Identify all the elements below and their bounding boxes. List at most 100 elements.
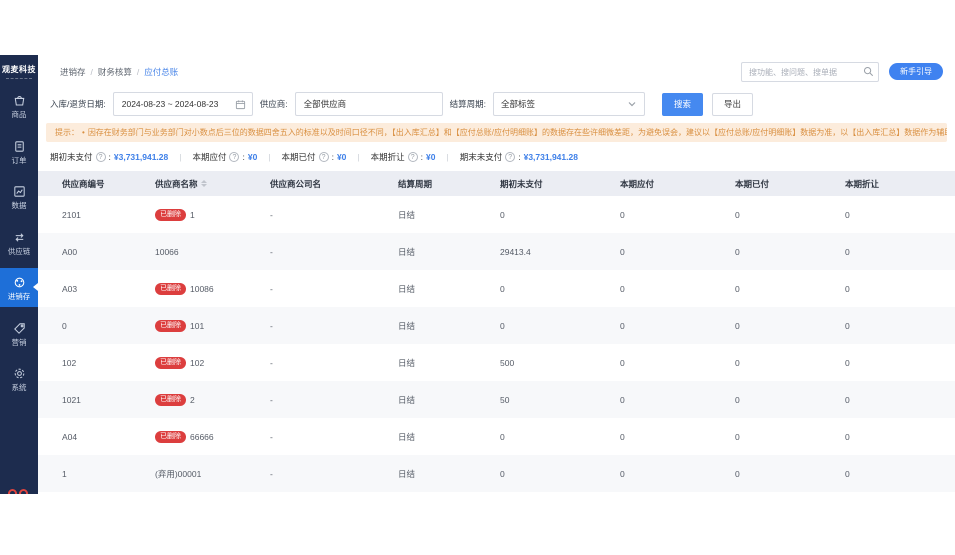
summary-value: ¥3,731,941.28 [524, 152, 578, 162]
cell-supplier-code: 0 [62, 321, 155, 331]
table-row[interactable]: 102 已删除 102 - 日结 500 0 0 0 [38, 344, 955, 381]
sidebar-item-supply-chain[interactable]: 供应链 [0, 223, 38, 262]
sidebar-item-data[interactable]: 数据 [0, 177, 38, 216]
sidebar-item-goods[interactable]: 商品 [0, 86, 38, 125]
help-icon[interactable]: ? [229, 152, 239, 162]
cell-opening-unpaid: 0 [500, 469, 620, 479]
col-header-current-payable[interactable]: 本期应付 [620, 178, 735, 190]
cell-opening-unpaid: 0 [500, 432, 620, 442]
cell-opening-unpaid: 0 [500, 284, 620, 294]
help-icon[interactable]: ? [319, 152, 329, 162]
table-row[interactable]: A04 已删除 66666 - 日结 0 0 0 0 [38, 418, 955, 455]
cell-supplier-code: A04 [62, 432, 155, 442]
supplier-name-text: 66666 [190, 432, 214, 442]
cell-current-discount: 0 [845, 210, 945, 220]
col-header-company-name[interactable]: 供应商公司名 [270, 178, 398, 190]
supplier-filter-label: 供应商: [260, 98, 288, 110]
col-header-current-discount[interactable]: 本期折让 [845, 178, 945, 190]
gear-icon [12, 366, 27, 381]
supplier-name-text: 102 [190, 358, 204, 368]
hint-prefix: 提示： [55, 128, 79, 137]
help-icon[interactable]: ? [408, 152, 418, 162]
sidebar-item-label: 系统 [12, 384, 27, 392]
tag-icon [12, 321, 27, 336]
deleted-badge: 已删除 [155, 431, 186, 443]
cell-current-paid: 0 [735, 210, 845, 220]
date-range-input[interactable] [113, 92, 253, 116]
summary-opening-unpaid: 期初未支付 ? : ¥3,731,941.28 [50, 151, 168, 163]
supplier-value[interactable] [296, 93, 442, 115]
cell-company-name: - [270, 284, 398, 294]
summary-value: ¥0 [248, 152, 257, 162]
sidebar-item-system[interactable]: 系统 [0, 359, 38, 398]
cell-supplier-name: 已删除 102 [155, 357, 270, 369]
deleted-badge: 已删除 [155, 283, 186, 295]
summary-label: 本期已付 [282, 151, 316, 163]
col-header-supplier-name[interactable]: 供应商名称 [155, 178, 270, 190]
global-search-input[interactable] [741, 62, 879, 82]
date-filter-label: 入库/退货日期: [50, 98, 106, 110]
table-body: 2101 已删除 1 - 日结 0 0 0 0 A00 [38, 196, 955, 492]
export-button[interactable]: 导出 [712, 93, 753, 116]
summary-value: ¥3,731,941.28 [114, 152, 168, 162]
cell-current-payable: 0 [620, 210, 735, 220]
table-row[interactable]: 2101 已删除 1 - 日结 0 0 0 0 [38, 196, 955, 233]
deleted-badge: 已删除 [155, 320, 186, 332]
deleted-badge: 已删除 [155, 394, 186, 406]
col-header-opening-unpaid[interactable]: 期初未支付 [500, 178, 620, 190]
cell-settle-period: 日结 [398, 357, 500, 369]
table-header: 供应商编号 供应商名称 供应商公司名 结算周期 期初未支付 本期应付 本期已付 … [38, 171, 955, 196]
summary-label: 本期折让 [371, 151, 405, 163]
calendar-icon [235, 99, 246, 110]
col-header-current-paid[interactable]: 本期已付 [735, 178, 845, 190]
guide-button[interactable]: 新手引导 [889, 63, 943, 80]
supplier-name-text: 1 [190, 210, 195, 220]
cell-company-name: - [270, 247, 398, 257]
sidebar-item-marketing[interactable]: 营销 [0, 314, 38, 353]
cell-supplier-name: 已删除 101 [155, 320, 270, 332]
sort-icon[interactable] [201, 180, 207, 187]
table-row[interactable]: 1021 已删除 2 - 日结 50 0 0 0 [38, 381, 955, 418]
deleted-badge: 已删除 [155, 357, 186, 369]
cell-current-paid: 0 [735, 469, 845, 479]
date-range-value[interactable] [114, 93, 252, 115]
cell-supplier-name: 已删除 10086 [155, 283, 270, 295]
summary-colon: : [109, 152, 111, 162]
app-logo: 观麦科技 [0, 55, 38, 75]
supplier-name-text: 2 [190, 395, 195, 405]
cell-supplier-name: (弃用)00001 [155, 468, 270, 480]
breadcrumb-current: 应付总账 [144, 66, 178, 78]
sidebar-item-inventory[interactable]: 进销存 [0, 268, 38, 307]
table-row[interactable]: A00 10066 - 日结 29413.4 0 0 0 [38, 233, 955, 270]
cell-supplier-name: 已删除 1 [155, 209, 270, 221]
cell-supplier-name: 已删除 2 [155, 394, 270, 406]
sidebar-item-orders[interactable]: 订单 [0, 132, 38, 171]
cell-settle-period: 日结 [398, 468, 500, 480]
summary-separator: | [265, 152, 273, 162]
chart-icon [12, 184, 27, 199]
supplier-input[interactable] [295, 92, 443, 116]
summary-separator: | [176, 152, 184, 162]
cell-current-paid: 0 [735, 321, 845, 331]
help-icon[interactable]: ? [505, 152, 515, 162]
breadcrumb-item[interactable]: 进销存 [60, 66, 86, 78]
table-row[interactable]: A03 已删除 10086 - 日结 0 0 0 0 [38, 270, 955, 307]
help-icon[interactable]: ? [96, 152, 106, 162]
cell-opening-unpaid: 29413.4 [500, 247, 620, 257]
period-select-value: 全部标签 [501, 98, 535, 110]
summary-colon: : [332, 152, 334, 162]
search-button[interactable]: 搜索 [662, 93, 703, 116]
supplier-name-text: 10086 [190, 284, 214, 294]
logo-subtext [6, 78, 32, 79]
breadcrumb-item[interactable]: 财务核算 [98, 66, 132, 78]
search-icon [863, 66, 874, 77]
topbar: 进销存 / 财务核算 / 应付总账 新手引导 [38, 55, 955, 88]
cell-current-discount: 0 [845, 321, 945, 331]
hint-text: 因存在财务部门与业务部门对小数点后三位的数据四舍五入的标准以及时间口径不同，【出… [88, 128, 947, 137]
col-header-supplier-code[interactable]: 供应商编号 [62, 178, 155, 190]
support-icon[interactable] [8, 489, 28, 494]
period-select[interactable]: 全部标签 [493, 92, 645, 116]
table-row[interactable]: 1 (弃用)00001 - 日结 0 0 0 0 [38, 455, 955, 492]
col-header-settle-period[interactable]: 结算周期 [398, 178, 500, 190]
table-row[interactable]: 0 已删除 101 - 日结 0 0 0 0 [38, 307, 955, 344]
